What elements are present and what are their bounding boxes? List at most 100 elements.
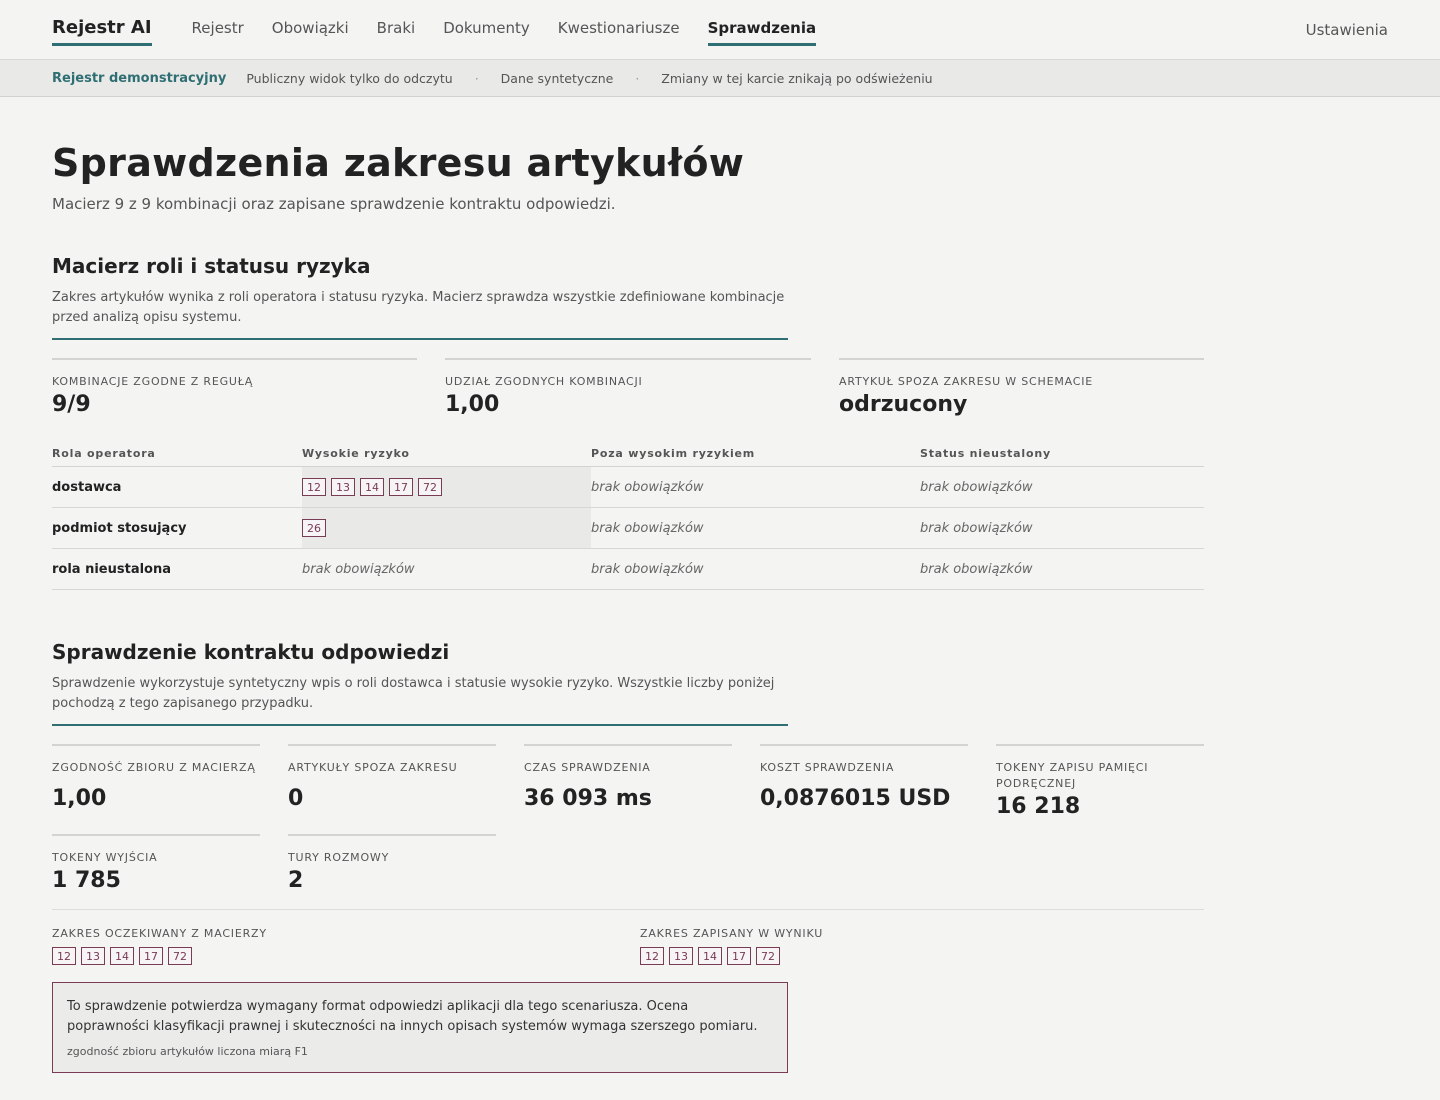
nav-link-sprawdzenia[interactable]: Sprawdzenia bbox=[707, 17, 817, 46]
empty-cell: brak obowiązków bbox=[591, 466, 920, 508]
stat-card: Kombinacje zgodne z regułą 9/9 bbox=[52, 358, 417, 417]
role-cell: rola nieustalona bbox=[52, 548, 302, 590]
stat-label: Tokeny zapisu pamięci podręcznej bbox=[996, 761, 1149, 790]
stat-value: 2 bbox=[288, 868, 304, 893]
empty-cell: brak obowiązków bbox=[920, 507, 1204, 549]
stat-value: 1,00 bbox=[52, 786, 107, 811]
table-row: podmiot stosujący 26 brak obowiązków bra… bbox=[52, 507, 1204, 549]
banner-separator: · bbox=[635, 70, 640, 86]
nav-link-obowiazki[interactable]: Obowiązki bbox=[272, 17, 349, 46]
article-chip: 72 bbox=[418, 478, 442, 496]
stat-card: Tury rozmowy 2 bbox=[288, 834, 496, 893]
empty-cell: brak obowiązków bbox=[920, 548, 1204, 590]
table-row: dostawca 12 13 14 17 72 brak obowiązków brak… bbox=[52, 466, 1204, 508]
column-header: Wysokie ryzyko bbox=[302, 440, 591, 467]
divider bbox=[52, 909, 1204, 910]
banner-item: Publiczny widok tylko do odczytu bbox=[246, 70, 453, 86]
article-chip: 14 bbox=[698, 947, 722, 965]
article-chips-cell: 26 bbox=[302, 507, 591, 549]
article-chip: 14 bbox=[110, 947, 134, 965]
stat-card: Artykuł spoza zakresu w schemacie odrzuc… bbox=[839, 358, 1204, 417]
settings-link[interactable]: Ustawienia bbox=[1306, 21, 1388, 39]
empty-cell: brak obowiązków bbox=[591, 548, 920, 590]
nav-link-braki[interactable]: Braki bbox=[377, 17, 416, 46]
article-chip: 13 bbox=[81, 947, 105, 965]
expected-chips: 12 13 14 17 72 bbox=[52, 947, 267, 965]
column-header: Rola operatora bbox=[52, 440, 302, 467]
stat-value: odrzucony bbox=[839, 392, 968, 417]
stat-label: Kombinacje zgodne z regułą bbox=[52, 375, 254, 388]
stat-card: Tokeny wyjścia 1 785 bbox=[52, 834, 260, 893]
nav-link-rejestr[interactable]: Rejestr bbox=[192, 17, 244, 46]
stat-card: Artykuły spoza zakresu 0 bbox=[288, 744, 496, 811]
nav-link-kwestionariusze[interactable]: Kwestionariusze bbox=[558, 17, 680, 46]
note-footnote: zgodność zbioru artykułów liczona miarą … bbox=[67, 1045, 308, 1058]
banner-item: Zmiany w tej karcie znikają po odświeżen… bbox=[661, 70, 933, 86]
stat-value: 16 218 bbox=[996, 794, 1081, 819]
stat-card: Koszt sprawdzenia 0,0876015 USD bbox=[760, 744, 968, 811]
stat-card: Zgodność zbioru z macierzą 1,00 bbox=[52, 744, 260, 811]
column-header: Status nieustalony bbox=[920, 440, 1204, 467]
table-row: rola nieustalona brak obowiązków brak ob… bbox=[52, 548, 1204, 590]
banner-title: Rejestr demonstracyjny bbox=[52, 70, 227, 86]
role-risk-matrix: Rola operatora Wysokie ryzyko Poza wysok… bbox=[52, 440, 1204, 590]
article-chip: 13 bbox=[669, 947, 693, 965]
section-description: Sprawdzenie wykorzystuje syntetyczny wpi… bbox=[52, 674, 788, 726]
article-chip: 17 bbox=[389, 478, 413, 496]
saved-scope: Zakres zapisany w wyniku 12 13 14 17 72 bbox=[640, 926, 823, 965]
banner-separator: · bbox=[474, 70, 479, 86]
page-subtitle: Macierz 9 z 9 kombinacji oraz zapisane s… bbox=[52, 195, 616, 213]
page-title: Sprawdzenia zakresu artykułów bbox=[52, 141, 745, 185]
stat-label: Zgodność zbioru z macierzą bbox=[52, 761, 256, 774]
stat-label: Artykuł spoza zakresu w schemacie bbox=[839, 375, 1094, 388]
stat-value: 9/9 bbox=[52, 392, 91, 417]
article-chip: 72 bbox=[168, 947, 192, 965]
role-cell: dostawca bbox=[52, 466, 302, 508]
stat-value: 36 093 ms bbox=[524, 786, 652, 811]
main-content: Sprawdzenia zakresu artykułów Macierz 9 … bbox=[0, 141, 1440, 213]
article-chip: 12 bbox=[302, 478, 326, 496]
stat-value: 1,00 bbox=[445, 392, 500, 417]
expected-scope-label: Zakres oczekiwany z macierzy bbox=[52, 927, 267, 940]
column-header: Poza wysokim ryzykiem bbox=[591, 440, 920, 467]
disclaimer-note: To sprawdzenie potwierdza wymagany forma… bbox=[52, 982, 788, 1073]
saved-scope-label: Zakres zapisany w wyniku bbox=[640, 927, 824, 940]
article-chip: 17 bbox=[139, 947, 163, 965]
role-cell: podmiot stosujący bbox=[52, 507, 302, 549]
note-text: To sprawdzenie potwierdza wymagany forma… bbox=[67, 999, 758, 1034]
banner-item: Dane syntetyczne bbox=[500, 70, 614, 86]
section-title: Sprawdzenie kontraktu odpowiedzi bbox=[52, 640, 450, 664]
saved-chips: 12 13 14 17 72 bbox=[640, 947, 823, 965]
brand-logo[interactable]: Rejestr AI bbox=[52, 17, 152, 46]
nav-link-dokumenty[interactable]: Dokumenty bbox=[443, 17, 530, 46]
stat-label: Koszt sprawdzenia bbox=[760, 761, 895, 774]
article-chip: 13 bbox=[331, 478, 355, 496]
stat-card: Udział zgodnych kombinacji 1,00 bbox=[445, 358, 811, 417]
matrix-section-header: Macierz roli i statusu ryzyka Zakres art… bbox=[52, 254, 788, 340]
stat-label: Udział zgodnych kombinacji bbox=[445, 375, 643, 388]
stat-label: Artykuły spoza zakresu bbox=[288, 761, 458, 774]
top-navigation: Rejestr AI Rejestr Obowiązki Braki Dokum… bbox=[0, 0, 1440, 60]
contract-section-header: Sprawdzenie kontraktu odpowiedzi Sprawdz… bbox=[52, 640, 788, 726]
article-chip: 12 bbox=[640, 947, 664, 965]
stat-value: 0,0876015 USD bbox=[760, 786, 951, 811]
empty-cell: brak obowiązków bbox=[591, 507, 920, 549]
section-description: Zakres artykułów wynika z roli operatora… bbox=[52, 288, 788, 340]
article-chip: 12 bbox=[52, 947, 76, 965]
article-chip: 72 bbox=[756, 947, 780, 965]
empty-cell: brak obowiązków bbox=[302, 548, 591, 590]
stat-label: Tury rozmowy bbox=[288, 851, 390, 864]
section-title: Macierz roli i statusu ryzyka bbox=[52, 254, 371, 278]
demo-banner: Rejestr demonstracyjny Publiczny widok t… bbox=[0, 60, 1440, 97]
expected-scope: Zakres oczekiwany z macierzy 12 13 14 17… bbox=[52, 926, 267, 965]
stat-label: Tokeny wyjścia bbox=[52, 851, 158, 864]
nav-links: Rejestr Obowiązki Braki Dokumenty Kwesti… bbox=[192, 13, 817, 46]
article-chip: 14 bbox=[360, 478, 384, 496]
stat-card: Tokeny zapisu pamięci podręcznej 16 218 bbox=[996, 744, 1204, 819]
stat-card: Czas sprawdzenia 36 093 ms bbox=[524, 744, 732, 811]
article-chip: 17 bbox=[727, 947, 751, 965]
stat-label: Czas sprawdzenia bbox=[524, 761, 651, 774]
stat-value: 1 785 bbox=[52, 868, 121, 893]
article-chip: 26 bbox=[302, 519, 326, 537]
empty-cell: brak obowiązków bbox=[920, 466, 1204, 508]
